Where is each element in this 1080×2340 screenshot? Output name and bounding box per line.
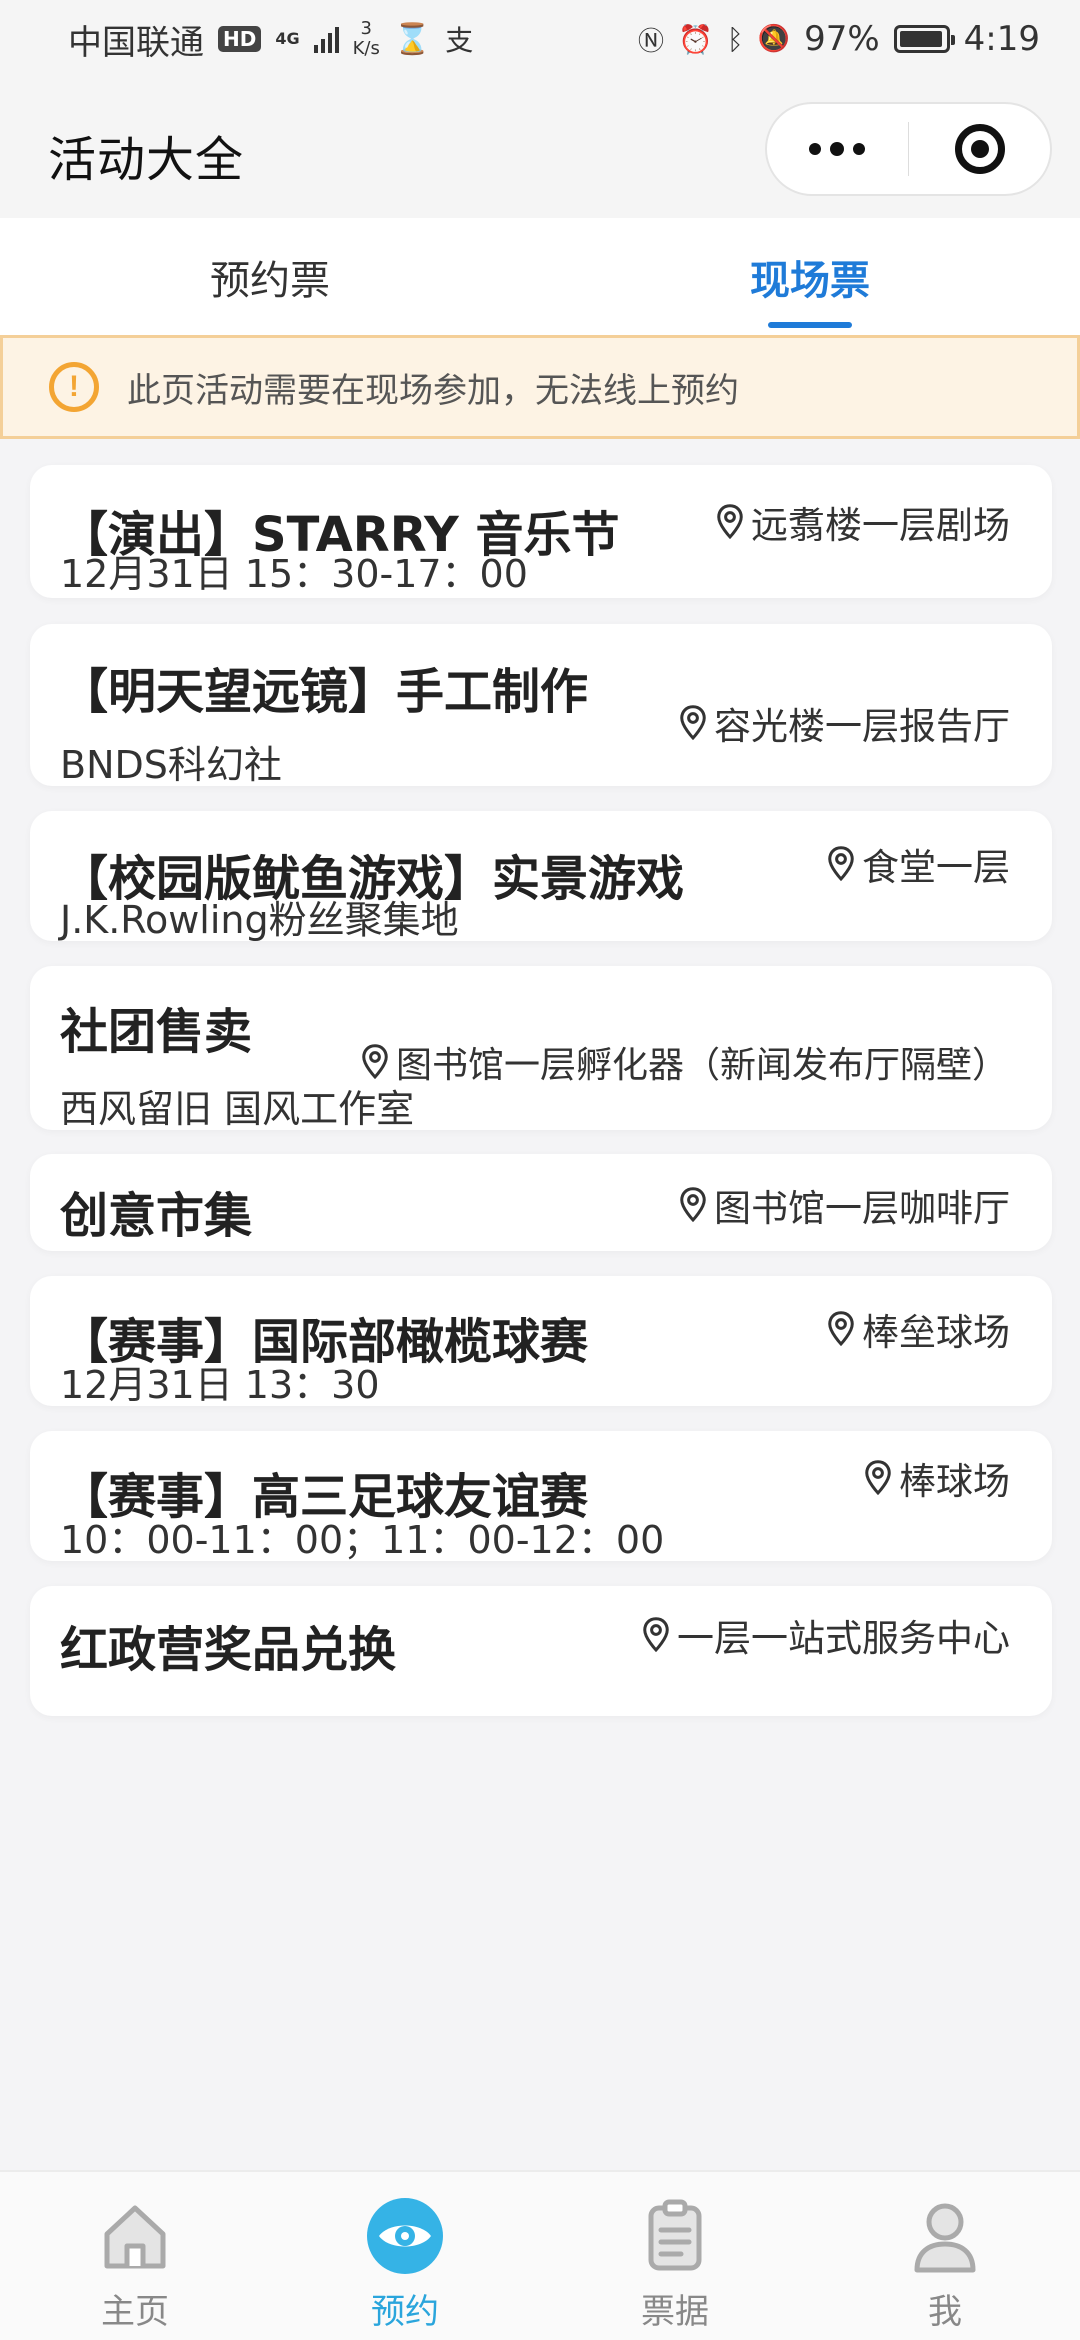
activity-organizer: 西风留旧 国风工作室 bbox=[60, 1087, 415, 1131]
tabbar-item-home[interactable]: 主页 bbox=[0, 2172, 270, 2340]
tabbar-item-tickets[interactable]: 票据 bbox=[540, 2172, 810, 2340]
activity-card[interactable]: 【明天望远镜】手工制作 容光楼一层报告厅 BNDS科幻社 bbox=[30, 624, 1052, 787]
activity-card[interactable]: 创意市集 图书馆一层咖啡厅 bbox=[30, 1154, 1052, 1251]
activity-card[interactable]: 【校园版鱿鱼游戏】实景游戏 食堂一层 J.K.Rowling粉丝聚集地 bbox=[30, 811, 1052, 942]
ticket-tabs: 预约票 现场票 bbox=[0, 218, 1080, 336]
speed-value: 3 bbox=[360, 18, 372, 39]
alarm-icon: ⏰ bbox=[678, 22, 713, 56]
alipay-icon: 支 bbox=[445, 24, 474, 57]
location-pin-icon bbox=[865, 1460, 891, 1496]
notice-banner: ! 此页活动需要在现场参加，无法线上预约 bbox=[0, 335, 1080, 439]
activity-location: 食堂一层 bbox=[826, 837, 1010, 891]
activity-organizer: J.K.Rowling粉丝聚集地 bbox=[60, 898, 459, 942]
location-pin-icon bbox=[717, 504, 743, 540]
location-text: 容光楼一层报告厅 bbox=[714, 705, 1010, 748]
status-right: Ⓝ ⏰ ᛒ 🔕 97% 4:19 bbox=[638, 19, 1040, 59]
status-bar: 中国联通 HD 4G 3 K/s ⌛ 支 Ⓝ ⏰ ᛒ 🔕 97% 4:19 bbox=[0, 0, 1080, 78]
location-text: 棒球场 bbox=[899, 1460, 1010, 1503]
carrier-name: 中国联通 bbox=[68, 22, 204, 63]
activity-card[interactable]: 红政营奖品兑换 一层一站式服务中心 bbox=[30, 1586, 1052, 1716]
tab-label: 现场票 bbox=[750, 258, 870, 304]
activity-organizer: BNDS科幻社 bbox=[60, 743, 282, 787]
activity-time: 10：00-11：00；11：00-12：00 bbox=[60, 1518, 665, 1562]
location-pin-icon bbox=[828, 846, 854, 882]
location-text: 棒垒球场 bbox=[862, 1311, 1010, 1354]
activity-title: 【明天望远镜】手工制作 bbox=[60, 664, 589, 720]
activity-time: 12月31日 15：30-17：00 bbox=[60, 552, 528, 596]
activity-location: 一层一站式服务中心 bbox=[641, 1608, 1010, 1662]
active-tab-indicator bbox=[768, 322, 852, 328]
hd-icon: HD bbox=[218, 26, 262, 52]
activity-card[interactable]: 社团售卖 图书馆一层孵化器（新闻发布厅隔壁） 西风留旧 国风工作室 bbox=[30, 966, 1052, 1131]
miniprogram-capsule bbox=[765, 102, 1052, 196]
hourglass-icon: ⌛ bbox=[393, 21, 432, 57]
location-text: 食堂一层 bbox=[862, 846, 1010, 889]
network-type: 4G bbox=[275, 29, 300, 48]
person-icon bbox=[914, 2203, 976, 2273]
tabbar-label: 预约 bbox=[371, 2292, 439, 2332]
warning-icon: ! bbox=[49, 362, 99, 412]
page-title: 活动大全 bbox=[48, 132, 245, 188]
location-pin-icon bbox=[828, 1311, 854, 1347]
location-pin-icon bbox=[680, 1187, 706, 1223]
location-pin-icon bbox=[680, 705, 706, 741]
location-text: 图书馆一层孵化器（新闻发布厅隔壁） bbox=[395, 1045, 1008, 1086]
location-pin-icon bbox=[643, 1617, 669, 1653]
nfc-icon: Ⓝ bbox=[637, 26, 664, 57]
tabbar-label: 我 bbox=[928, 2292, 962, 2332]
eye-icon bbox=[367, 2198, 443, 2274]
activity-location: 远翥楼一层剧场 bbox=[715, 495, 1010, 549]
mute-bell-icon: 🔕 bbox=[757, 24, 791, 54]
activity-location: 图书馆一层咖啡厅 bbox=[678, 1178, 1010, 1232]
activity-location: 棒垒球场 bbox=[826, 1302, 1010, 1356]
tab-label: 预约票 bbox=[210, 258, 330, 304]
activity-location: 棒球场 bbox=[863, 1451, 1010, 1505]
bottom-tabbar: 主页 预约 票据 我 bbox=[0, 2170, 1080, 2340]
notice-text: 此页活动需要在现场参加，无法线上预约 bbox=[127, 370, 739, 411]
tabbar-label: 主页 bbox=[101, 2292, 169, 2332]
activity-card[interactable]: 【赛事】高三足球友谊赛 棒球场 10：00-11：00；11：00-12：00 bbox=[30, 1431, 1052, 1562]
activity-title: 创意市集 bbox=[60, 1188, 253, 1244]
bluetooth-icon: ᛒ bbox=[726, 22, 744, 56]
more-button[interactable] bbox=[767, 104, 908, 194]
network-speed: 3 K/s bbox=[353, 19, 380, 59]
activity-card[interactable]: 【赛事】国际部橄榄球赛 棒垒球场 12月31日 13：30 bbox=[30, 1276, 1052, 1407]
location-text: 一层一站式服务中心 bbox=[677, 1617, 1010, 1660]
location-text: 远翥楼一层剧场 bbox=[751, 504, 1010, 547]
activity-title: 红政营奖品兑换 bbox=[60, 1622, 397, 1678]
more-dots-icon bbox=[809, 142, 866, 156]
battery-icon bbox=[893, 25, 955, 53]
battery-level-fill bbox=[899, 31, 943, 47]
home-icon bbox=[104, 2205, 166, 2269]
tab-onsite-ticket[interactable]: 现场票 bbox=[540, 218, 1080, 336]
activity-card[interactable]: 【演出】STARRY 音乐节 远翥楼一层剧场 12月31日 15：30-17：0… bbox=[30, 465, 1052, 598]
tabbar-label: 票据 bbox=[641, 2292, 709, 2332]
target-close-icon bbox=[954, 124, 1005, 174]
tab-reservation-ticket[interactable]: 预约票 bbox=[0, 218, 540, 336]
tabbar-item-reserve[interactable]: 预约 bbox=[270, 2172, 540, 2340]
nav-header: 活动大全 bbox=[0, 78, 1080, 218]
activity-time: 12月31日 13：30 bbox=[60, 1363, 380, 1407]
location-text: 图书馆一层咖啡厅 bbox=[714, 1187, 1010, 1230]
battery-percent: 97% bbox=[804, 19, 880, 59]
clock: 4:19 bbox=[963, 19, 1040, 59]
signal-icon bbox=[313, 25, 339, 53]
activity-location: 容光楼一层报告厅 bbox=[678, 696, 1010, 750]
activity-location: 图书馆一层孵化器（新闻发布厅隔壁） bbox=[360, 1036, 1008, 1088]
status-left: 中国联通 HD 4G 3 K/s ⌛ 支 bbox=[68, 15, 473, 64]
activity-title: 社团售卖 bbox=[60, 1004, 253, 1060]
location-pin-icon bbox=[362, 1044, 388, 1080]
tabbar-item-me[interactable]: 我 bbox=[810, 2172, 1080, 2340]
clipboard-icon bbox=[648, 2199, 702, 2271]
speed-unit: K/s bbox=[352, 38, 380, 59]
activity-list[interactable]: 【演出】STARRY 音乐节 远翥楼一层剧场 12月31日 15：30-17：0… bbox=[0, 439, 1080, 2169]
close-miniprogram-button[interactable] bbox=[909, 104, 1050, 194]
